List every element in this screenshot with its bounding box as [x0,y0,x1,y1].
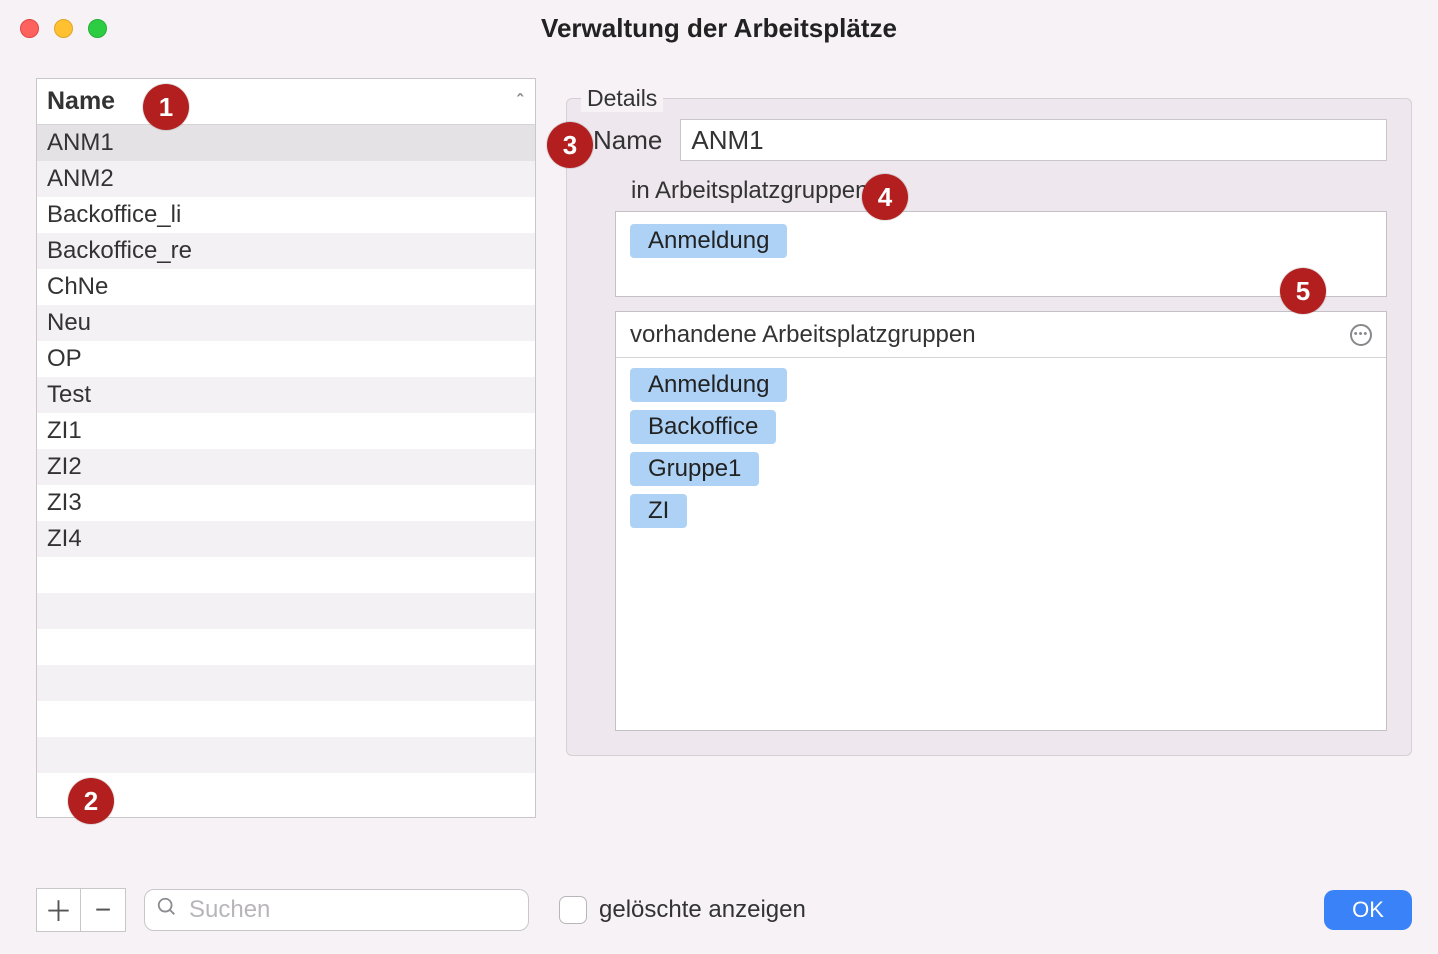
list-item[interactable]: ANM2 [37,161,535,197]
list-item[interactable]: ChNe [37,269,535,305]
list-item[interactable]: Neu [37,305,535,341]
list-item[interactable]: Test [37,377,535,413]
available-groups-label: vorhandene Arbeitsplatzgruppen [630,321,976,349]
group-tag[interactable]: Anmeldung [630,224,787,258]
group-tag[interactable]: Backoffice [630,410,776,444]
group-tag[interactable]: ZI [630,494,687,528]
plus-icon: ＋ [44,890,72,930]
details-legend: Details [581,85,663,112]
show-deleted-label: gelöschte anzeigen [599,896,806,924]
group-tag[interactable]: Anmeldung [630,368,787,402]
column-header-label: Name [47,87,115,116]
remove-button[interactable]: − [81,889,125,931]
name-label: Name [593,125,662,156]
available-groups-list[interactable]: Anmeldung Backoffice Gruppe1 ZI [616,358,1386,538]
assigned-groups-box[interactable]: Anmeldung [615,211,1387,297]
titlebar: Verwaltung der Arbeitsplätze [0,0,1438,56]
annotation-badge-1: 1 [143,84,189,130]
minimize-window-button[interactable] [54,19,73,38]
list-item[interactable]: Backoffice_re [37,233,535,269]
search-input[interactable] [144,889,529,931]
sort-ascending-icon: ˆ [517,91,523,112]
details-fieldset: Details Name in Arbeitsplatzgruppen Anme… [566,98,1412,756]
list-item[interactable]: ZI4 [37,521,535,557]
minus-icon: − [95,894,111,926]
annotation-badge-3: 3 [547,122,593,168]
annotation-badge-4: 4 [862,174,908,220]
list-item[interactable]: Backoffice_li [37,197,535,233]
close-window-button[interactable] [20,19,39,38]
checkbox-icon [559,896,587,924]
name-input[interactable] [680,119,1387,161]
group-tag[interactable]: Gruppe1 [630,452,759,486]
add-remove-group: ＋ − [36,888,126,932]
more-options-icon[interactable]: ••• [1350,324,1372,346]
column-header-name[interactable]: Name ˆ [37,79,535,125]
window-title: Verwaltung der Arbeitsplätze [0,13,1438,44]
maximize-window-button[interactable] [88,19,107,38]
list-item[interactable]: OP [37,341,535,377]
details-pane: Details Name in Arbeitsplatzgruppen Anme… [566,78,1412,866]
show-deleted-checkbox[interactable]: gelöschte anzeigen [559,896,806,924]
annotation-badge-5: 5 [1280,268,1326,314]
list-item[interactable]: ZI2 [37,449,535,485]
workplaces-list-pane: Name ˆ ANM1ANM2Backoffice_liBackoffice_r… [36,78,536,866]
workplaces-table: Name ˆ ANM1ANM2Backoffice_liBackoffice_r… [36,78,536,818]
assigned-groups-label: in Arbeitsplatzgruppen [631,177,1387,205]
workplaces-list[interactable]: ANM1ANM2Backoffice_liBackoffice_reChNeNe… [37,125,535,817]
available-groups-box: vorhandene Arbeitsplatzgruppen ••• Anmel… [615,311,1387,731]
add-button[interactable]: ＋ [37,889,81,931]
annotation-badge-2: 2 [68,778,114,824]
list-item[interactable]: ZI1 [37,413,535,449]
traffic-lights [20,19,107,38]
list-item-empty [37,665,535,701]
list-item-empty [37,737,535,773]
list-item-empty [37,629,535,665]
ok-button[interactable]: OK [1324,890,1412,930]
list-item-empty [37,557,535,593]
list-item-empty [37,701,535,737]
bottom-toolbar: ＋ − gelöschte anzeigen OK [36,888,1412,932]
list-item-empty [37,593,535,629]
list-item[interactable]: ANM1 [37,125,535,161]
list-item[interactable]: ZI3 [37,485,535,521]
